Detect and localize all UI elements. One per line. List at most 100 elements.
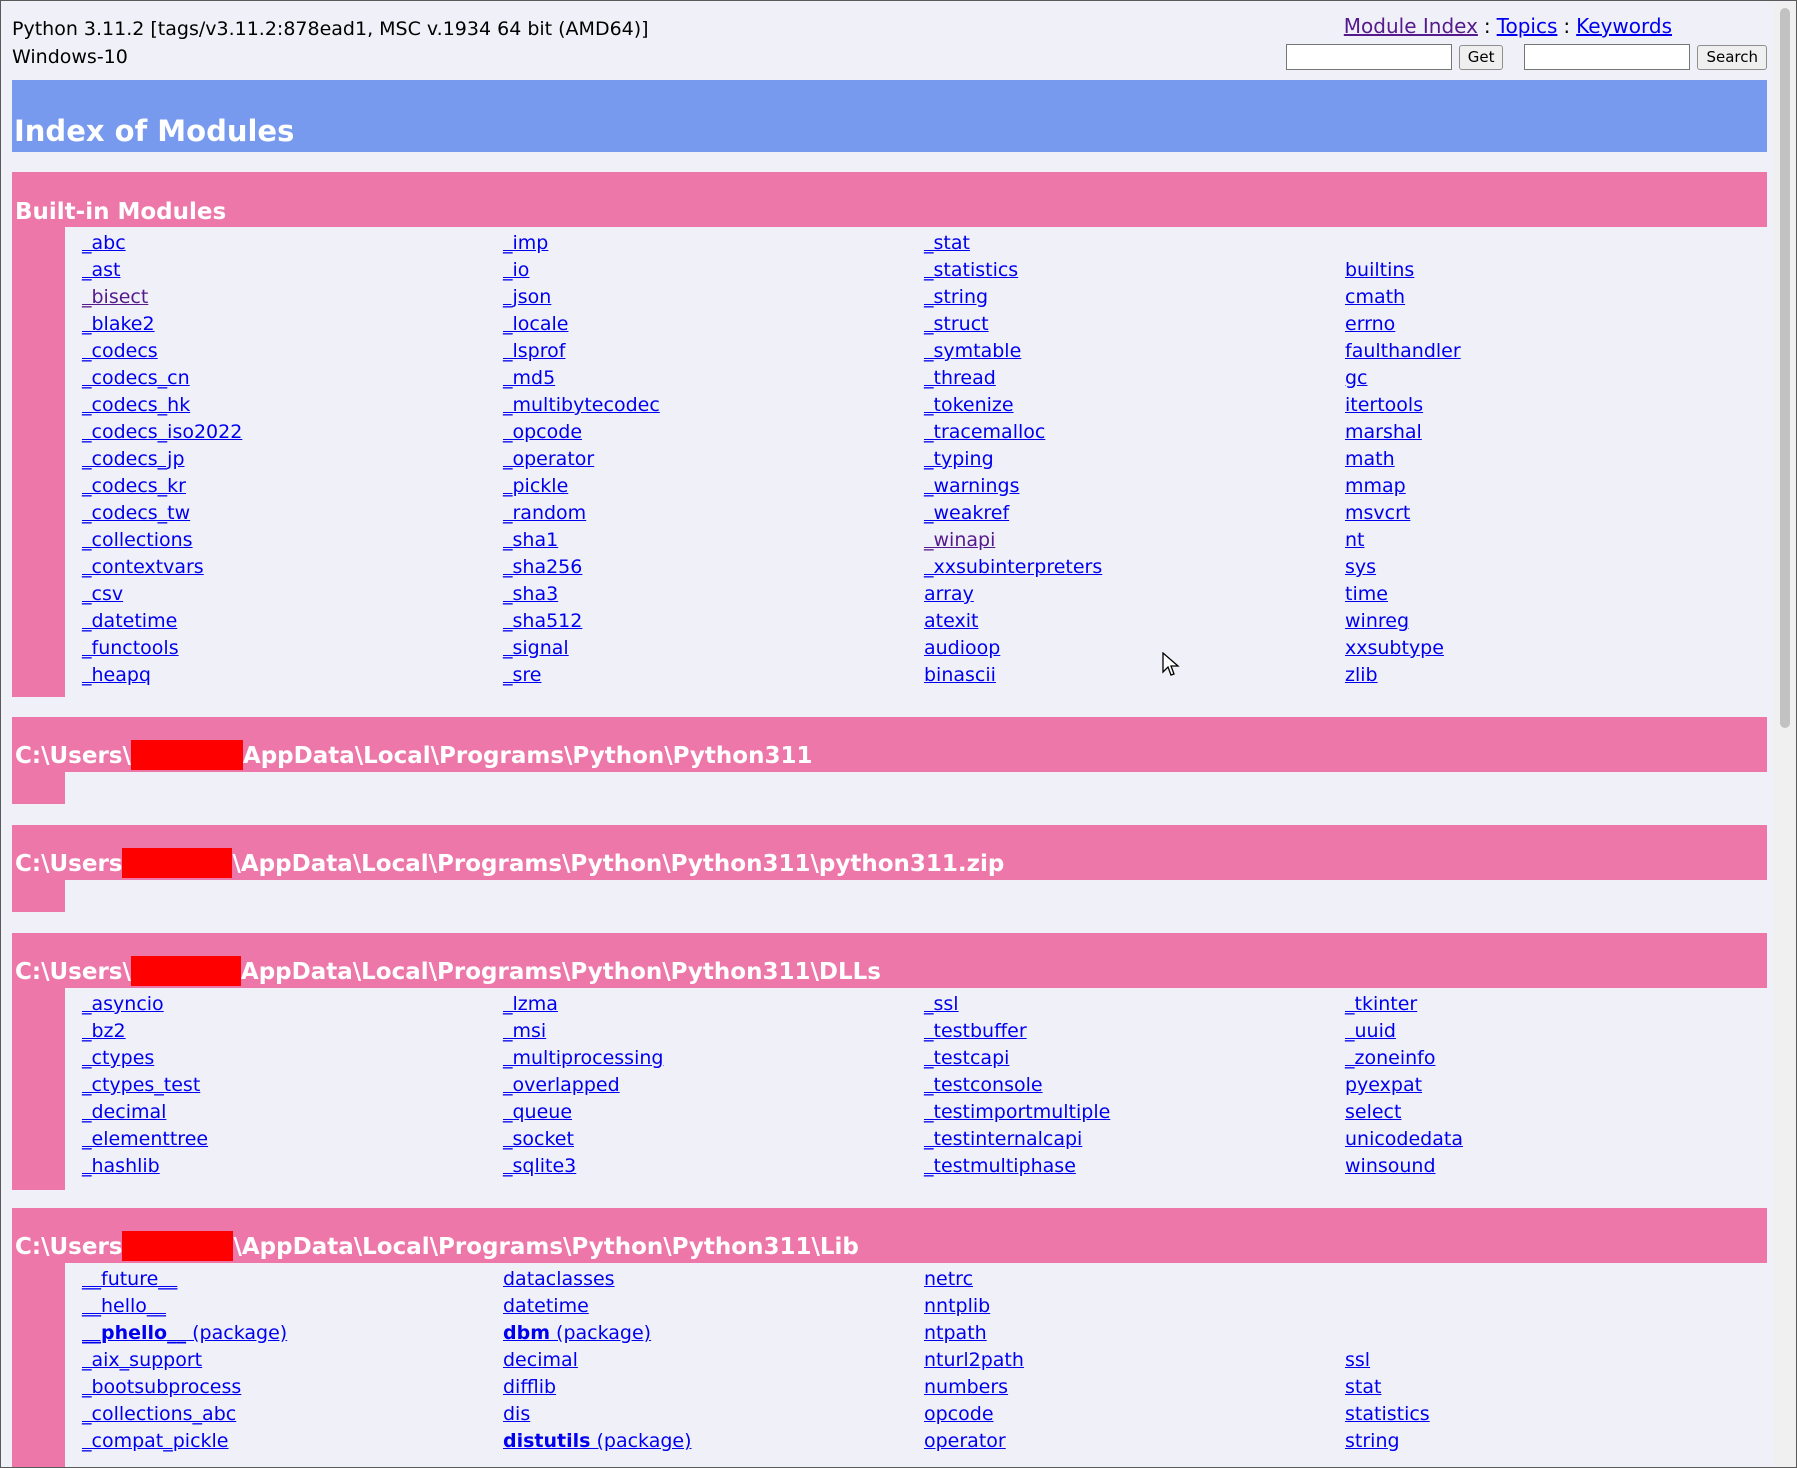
module-link[interactable]: audioop bbox=[924, 635, 1344, 662]
module-link[interactable]: _testconsole bbox=[924, 1072, 1344, 1099]
module-link[interactable]: _codecs bbox=[82, 338, 502, 365]
module-link[interactable]: _codecs_jp bbox=[82, 446, 502, 473]
module-link[interactable]: _typing bbox=[924, 446, 1344, 473]
module-link[interactable]: _heapq bbox=[82, 662, 502, 689]
module-link[interactable]: _stat bbox=[924, 230, 1344, 257]
module-link[interactable]: _thread bbox=[924, 365, 1344, 392]
module-link[interactable]: _elementtree bbox=[82, 1126, 502, 1153]
module-link[interactable]: _testmultiphase bbox=[924, 1153, 1344, 1180]
module-link[interactable]: _multibytecodec bbox=[503, 392, 923, 419]
module-link[interactable]: numbers bbox=[924, 1374, 1344, 1401]
module-link[interactable]: _blake2 bbox=[82, 311, 502, 338]
module-link[interactable]: _testimportmultiple bbox=[924, 1099, 1344, 1126]
module-link[interactable]: cmath bbox=[1345, 284, 1765, 311]
module-link[interactable]: _symtable bbox=[924, 338, 1344, 365]
module-link[interactable]: _multiprocessing bbox=[503, 1045, 923, 1072]
module-link[interactable]: _sha256 bbox=[503, 554, 923, 581]
module-link[interactable]: _uuid bbox=[1345, 1018, 1765, 1045]
module-link[interactable]: opcode bbox=[924, 1401, 1344, 1428]
module-link[interactable]: time bbox=[1345, 581, 1765, 608]
get-button[interactable]: Get bbox=[1458, 44, 1504, 70]
module-link[interactable]: string bbox=[1345, 1428, 1765, 1455]
module-link[interactable]: itertools bbox=[1345, 392, 1765, 419]
module-link[interactable]: _sha1 bbox=[503, 527, 923, 554]
module-link[interactable]: nntplib bbox=[924, 1293, 1344, 1320]
module-link[interactable]: _datetime bbox=[82, 608, 502, 635]
module-link[interactable]: ssl bbox=[1345, 1347, 1765, 1374]
keywords-link[interactable]: Keywords bbox=[1576, 14, 1672, 38]
module-link[interactable]: _tkinter bbox=[1345, 991, 1765, 1018]
module-link[interactable]: faulthandler bbox=[1345, 338, 1765, 365]
module-link[interactable]: _bz2 bbox=[82, 1018, 502, 1045]
package-link[interactable]: dbm (package) bbox=[503, 1320, 923, 1347]
module-link[interactable]: winsound bbox=[1345, 1153, 1765, 1180]
module-link[interactable]: __future__ bbox=[82, 1266, 502, 1293]
module-link[interactable]: dis bbox=[503, 1401, 923, 1428]
module-link[interactable]: _weakref bbox=[924, 500, 1344, 527]
module-link[interactable]: _ssl bbox=[924, 991, 1344, 1018]
module-link[interactable]: _tracemalloc bbox=[924, 419, 1344, 446]
module-link[interactable]: zlib bbox=[1345, 662, 1765, 689]
module-link[interactable]: _opcode bbox=[503, 419, 923, 446]
module-link[interactable]: _csv bbox=[82, 581, 502, 608]
module-link[interactable]: msvcrt bbox=[1345, 500, 1765, 527]
package-link[interactable]: distutils (package) bbox=[503, 1428, 923, 1455]
module-link[interactable]: _ctypes_test bbox=[82, 1072, 502, 1099]
module-link[interactable]: _warnings bbox=[924, 473, 1344, 500]
module-link[interactable]: builtins bbox=[1345, 257, 1765, 284]
module-link[interactable]: unicodedata bbox=[1345, 1126, 1765, 1153]
module-link[interactable]: _lsprof bbox=[503, 338, 923, 365]
module-link[interactable]: __hello__ bbox=[82, 1293, 502, 1320]
module-link[interactable]: _compat_pickle bbox=[82, 1428, 502, 1455]
module-link[interactable]: _md5 bbox=[503, 365, 923, 392]
module-link[interactable]: _sha3 bbox=[503, 581, 923, 608]
module-link[interactable]: datetime bbox=[503, 1293, 923, 1320]
module-link[interactable]: _random bbox=[503, 500, 923, 527]
module-link[interactable]: _codecs_hk bbox=[82, 392, 502, 419]
module-link[interactable]: _winapi bbox=[924, 527, 1344, 554]
module-link[interactable]: _overlapped bbox=[503, 1072, 923, 1099]
module-link[interactable]: _string bbox=[924, 284, 1344, 311]
module-link[interactable]: binascii bbox=[924, 662, 1344, 689]
module-link[interactable]: _sha512 bbox=[503, 608, 923, 635]
module-link[interactable]: _tokenize bbox=[924, 392, 1344, 419]
module-link[interactable]: gc bbox=[1345, 365, 1765, 392]
search-button[interactable]: Search bbox=[1697, 44, 1767, 70]
module-link[interactable]: _operator bbox=[503, 446, 923, 473]
module-link[interactable]: _locale bbox=[503, 311, 923, 338]
module-link[interactable]: _signal bbox=[503, 635, 923, 662]
module-link[interactable]: winreg bbox=[1345, 608, 1765, 635]
module-link[interactable]: _io bbox=[503, 257, 923, 284]
module-link[interactable]: _sre bbox=[503, 662, 923, 689]
module-link[interactable]: statistics bbox=[1345, 1401, 1765, 1428]
module-link[interactable]: _bisect bbox=[82, 284, 502, 311]
module-link[interactable]: nturl2path bbox=[924, 1347, 1344, 1374]
module-link[interactable]: _pickle bbox=[503, 473, 923, 500]
module-link[interactable]: _sqlite3 bbox=[503, 1153, 923, 1180]
module-link[interactable]: _testbuffer bbox=[924, 1018, 1344, 1045]
module-link[interactable]: _imp bbox=[503, 230, 923, 257]
module-link[interactable]: dataclasses bbox=[503, 1266, 923, 1293]
module-link[interactable]: _collections_abc bbox=[82, 1401, 502, 1428]
module-link[interactable]: _codecs_cn bbox=[82, 365, 502, 392]
module-link[interactable]: operator bbox=[924, 1428, 1344, 1455]
module-link[interactable]: _xxsubinterpreters bbox=[924, 554, 1344, 581]
module-link[interactable]: array bbox=[924, 581, 1344, 608]
module-link[interactable]: _decimal bbox=[82, 1099, 502, 1126]
module-index-link[interactable]: Module Index bbox=[1344, 14, 1478, 38]
module-link[interactable]: decimal bbox=[503, 1347, 923, 1374]
module-link[interactable]: _ctypes bbox=[82, 1045, 502, 1072]
scrollbar-thumb[interactable] bbox=[1780, 8, 1790, 728]
module-link[interactable]: difflib bbox=[503, 1374, 923, 1401]
module-link[interactable]: _ast bbox=[82, 257, 502, 284]
module-link[interactable]: _asyncio bbox=[82, 991, 502, 1018]
module-link[interactable]: atexit bbox=[924, 608, 1344, 635]
vertical-scrollbar[interactable] bbox=[1774, 2, 1796, 1467]
module-link[interactable]: _abc bbox=[82, 230, 502, 257]
module-link[interactable]: _json bbox=[503, 284, 923, 311]
module-link[interactable]: nt bbox=[1345, 527, 1765, 554]
module-link[interactable]: _bootsubprocess bbox=[82, 1374, 502, 1401]
module-link[interactable]: pyexpat bbox=[1345, 1072, 1765, 1099]
module-link[interactable]: _zoneinfo bbox=[1345, 1045, 1765, 1072]
module-link[interactable]: ntpath bbox=[924, 1320, 1344, 1347]
